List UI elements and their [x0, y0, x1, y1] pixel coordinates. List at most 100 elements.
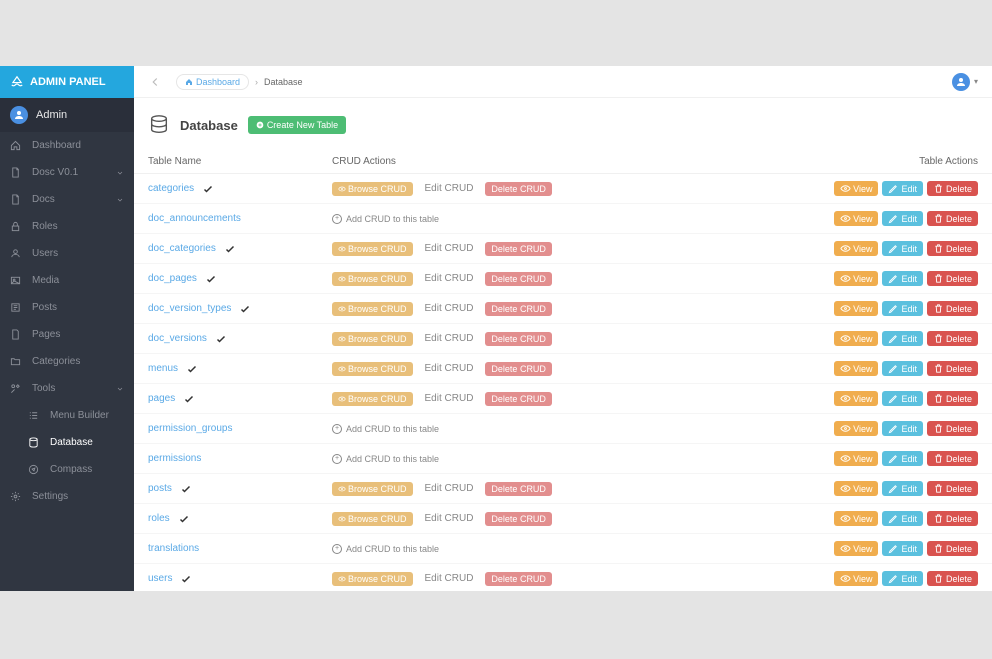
sidebar-item-users[interactable]: Users	[0, 240, 134, 267]
table-name-link[interactable]: roles	[148, 513, 170, 524]
sidebar-item-dashboard[interactable]: Dashboard	[0, 132, 134, 159]
view-button[interactable]: View	[834, 481, 878, 496]
edit-crud-button[interactable]: Edit CRUD	[419, 571, 480, 586]
edit-crud-button[interactable]: Edit CRUD	[419, 271, 480, 286]
view-button[interactable]: View	[834, 361, 878, 376]
view-button[interactable]: View	[834, 301, 878, 316]
edit-button[interactable]: Edit	[882, 421, 923, 436]
edit-button[interactable]: Edit	[882, 541, 923, 556]
browse-crud-button[interactable]: Browse CRUD	[332, 482, 413, 496]
sidebar-item-pages[interactable]: Pages	[0, 321, 134, 348]
browse-crud-button[interactable]: Browse CRUD	[332, 362, 413, 376]
edit-button[interactable]: Edit	[882, 301, 923, 316]
view-button[interactable]: View	[834, 181, 878, 196]
delete-crud-button[interactable]: Delete CRUD	[485, 572, 552, 586]
sidebar-item-compass[interactable]: Compass	[0, 456, 134, 483]
table-name-link[interactable]: users	[148, 573, 172, 584]
table-name-link[interactable]: pages	[148, 393, 175, 404]
edit-crud-button[interactable]: Edit CRUD	[419, 331, 480, 346]
sidebar-item-dosc-v0-1[interactable]: Dosc V0.1	[0, 159, 134, 186]
delete-crud-button[interactable]: Delete CRUD	[485, 392, 552, 406]
view-button[interactable]: View	[834, 421, 878, 436]
add-crud-button[interactable]: +Add CRUD to this table	[332, 214, 439, 224]
back-arrow-icon[interactable]	[148, 75, 162, 89]
delete-button[interactable]: Delete	[927, 481, 978, 496]
user-menu-avatar[interactable]	[952, 73, 970, 91]
edit-button[interactable]: Edit	[882, 511, 923, 526]
view-button[interactable]: View	[834, 541, 878, 556]
sidebar-user[interactable]: Admin	[0, 98, 134, 132]
delete-button[interactable]: Delete	[927, 301, 978, 316]
breadcrumb-dashboard[interactable]: Dashboard	[176, 74, 249, 90]
delete-button[interactable]: Delete	[927, 331, 978, 346]
sidebar-item-tools[interactable]: Tools	[0, 375, 134, 402]
table-name-link[interactable]: doc_versions	[148, 333, 207, 344]
table-name-link[interactable]: posts	[148, 483, 172, 494]
edit-button[interactable]: Edit	[882, 571, 923, 586]
delete-button[interactable]: Delete	[927, 391, 978, 406]
edit-button[interactable]: Edit	[882, 181, 923, 196]
edit-button[interactable]: Edit	[882, 211, 923, 226]
table-name-link[interactable]: permissions	[148, 453, 201, 464]
sidebar-item-menu-builder[interactable]: Menu Builder	[0, 402, 134, 429]
delete-button[interactable]: Delete	[927, 181, 978, 196]
view-button[interactable]: View	[834, 451, 878, 466]
sidebar-item-roles[interactable]: Roles	[0, 213, 134, 240]
delete-button[interactable]: Delete	[927, 211, 978, 226]
sidebar-item-categories[interactable]: Categories	[0, 348, 134, 375]
view-button[interactable]: View	[834, 391, 878, 406]
delete-button[interactable]: Delete	[927, 241, 978, 256]
delete-crud-button[interactable]: Delete CRUD	[485, 362, 552, 376]
table-name-link[interactable]: doc_categories	[148, 243, 216, 254]
add-crud-button[interactable]: +Add CRUD to this table	[332, 454, 439, 464]
sidebar-item-database[interactable]: Database	[0, 429, 134, 456]
delete-button[interactable]: Delete	[927, 571, 978, 586]
view-button[interactable]: View	[834, 241, 878, 256]
sidebar-item-media[interactable]: Media	[0, 267, 134, 294]
browse-crud-button[interactable]: Browse CRUD	[332, 302, 413, 316]
edit-button[interactable]: Edit	[882, 481, 923, 496]
delete-button[interactable]: Delete	[927, 541, 978, 556]
table-name-link[interactable]: doc_version_types	[148, 303, 231, 314]
edit-crud-button[interactable]: Edit CRUD	[419, 481, 480, 496]
view-button[interactable]: View	[834, 271, 878, 286]
add-crud-button[interactable]: +Add CRUD to this table	[332, 544, 439, 554]
browse-crud-button[interactable]: Browse CRUD	[332, 272, 413, 286]
table-name-link[interactable]: translations	[148, 543, 199, 554]
browse-crud-button[interactable]: Browse CRUD	[332, 512, 413, 526]
edit-button[interactable]: Edit	[882, 361, 923, 376]
table-name-link[interactable]: doc_pages	[148, 273, 197, 284]
sidebar-item-posts[interactable]: Posts	[0, 294, 134, 321]
delete-crud-button[interactable]: Delete CRUD	[485, 332, 552, 346]
edit-button[interactable]: Edit	[882, 391, 923, 406]
sidebar-item-settings[interactable]: Settings	[0, 483, 134, 510]
add-crud-button[interactable]: +Add CRUD to this table	[332, 424, 439, 434]
browse-crud-button[interactable]: Browse CRUD	[332, 572, 413, 586]
edit-crud-button[interactable]: Edit CRUD	[419, 181, 480, 196]
browse-crud-button[interactable]: Browse CRUD	[332, 242, 413, 256]
edit-crud-button[interactable]: Edit CRUD	[419, 511, 480, 526]
table-name-link[interactable]: menus	[148, 363, 178, 374]
view-button[interactable]: View	[834, 571, 878, 586]
delete-crud-button[interactable]: Delete CRUD	[485, 272, 552, 286]
sidebar-item-docs[interactable]: Docs	[0, 186, 134, 213]
edit-crud-button[interactable]: Edit CRUD	[419, 391, 480, 406]
table-name-link[interactable]: categories	[148, 183, 194, 194]
delete-crud-button[interactable]: Delete CRUD	[485, 482, 552, 496]
edit-button[interactable]: Edit	[882, 271, 923, 286]
delete-button[interactable]: Delete	[927, 451, 978, 466]
delete-button[interactable]: Delete	[927, 361, 978, 376]
browse-crud-button[interactable]: Browse CRUD	[332, 332, 413, 346]
edit-crud-button[interactable]: Edit CRUD	[419, 241, 480, 256]
edit-button[interactable]: Edit	[882, 241, 923, 256]
delete-button[interactable]: Delete	[927, 271, 978, 286]
view-button[interactable]: View	[834, 511, 878, 526]
edit-crud-button[interactable]: Edit CRUD	[419, 361, 480, 376]
table-name-link[interactable]: doc_announcements	[148, 213, 241, 224]
browse-crud-button[interactable]: Browse CRUD	[332, 182, 413, 196]
edit-crud-button[interactable]: Edit CRUD	[419, 301, 480, 316]
browse-crud-button[interactable]: Browse CRUD	[332, 392, 413, 406]
edit-button[interactable]: Edit	[882, 451, 923, 466]
delete-button[interactable]: Delete	[927, 511, 978, 526]
create-table-button[interactable]: Create New Table	[248, 116, 346, 134]
